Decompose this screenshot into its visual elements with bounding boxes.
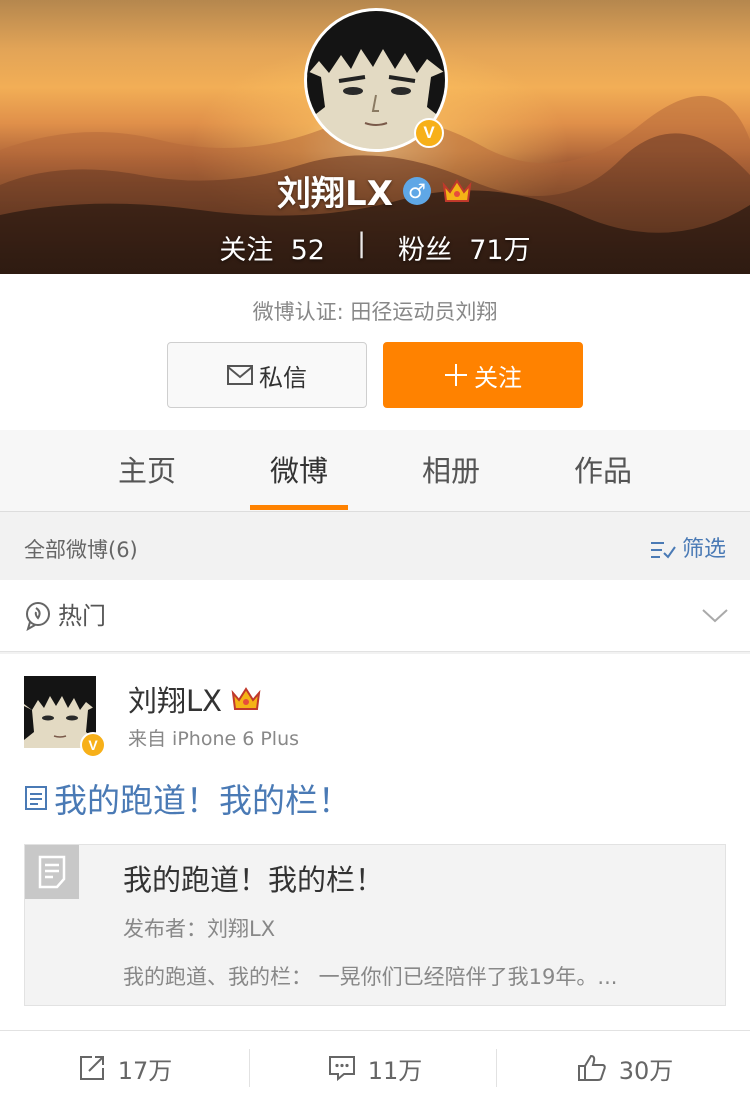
filter-bar: 全部微博(6) 筛选 bbox=[0, 512, 750, 580]
like-count: 30万 bbox=[618, 1056, 674, 1085]
filter-button[interactable]: 筛选 bbox=[650, 512, 726, 588]
repost-count: 17万 bbox=[117, 1056, 173, 1085]
tab-album[interactable]: 相册 bbox=[381, 430, 521, 512]
card-summary: 我的跑道、我的栏： 一晃你们已经陪伴了我19年。... bbox=[123, 965, 618, 989]
filter-list-icon bbox=[650, 542, 676, 559]
all-weibo-count: 全部微博(6) bbox=[24, 538, 138, 562]
following-stat[interactable]: 关注 52 bbox=[219, 228, 325, 267]
comment-button[interactable]: 11万 bbox=[250, 1031, 500, 1104]
chevron-down-icon[interactable] bbox=[702, 602, 728, 628]
profile-name-row: 刘翔LX ♂ bbox=[0, 166, 750, 215]
profile-stats: 关注 52 | 粉丝 71万 bbox=[0, 228, 750, 267]
crown-icon[interactable] bbox=[441, 177, 473, 205]
comment-count: 11万 bbox=[367, 1056, 423, 1085]
post-article-link[interactable]: 我的跑道！我的栏！ bbox=[24, 774, 351, 822]
post-author-row: 刘翔LX bbox=[128, 678, 262, 720]
card-author: 发布者：刘翔LX bbox=[123, 917, 276, 941]
crown-icon[interactable] bbox=[230, 685, 262, 713]
profile-cover: V 刘翔LX ♂ 关注 52 | 粉丝 71万 bbox=[0, 0, 750, 274]
filter-button-label: 筛选 bbox=[681, 537, 726, 562]
hot-sort-bar[interactable]: 热门 bbox=[0, 580, 750, 652]
tab-works[interactable]: 作品 bbox=[533, 430, 673, 512]
gender-male-icon: ♂ bbox=[402, 176, 431, 205]
card-title: 我的跑道！我的栏！ bbox=[123, 863, 385, 897]
article-card[interactable]: 我的跑道！我的栏！ 发布者：刘翔LX 我的跑道、我的栏： 一晃你们已经陪伴了我1… bbox=[24, 844, 726, 1006]
profile-tabs: 主页 微博 相册 作品 bbox=[0, 430, 750, 512]
message-button[interactable]: 私信 bbox=[167, 342, 367, 408]
post-text: 我的跑道！我的栏！ bbox=[54, 781, 351, 820]
document-icon bbox=[25, 845, 79, 899]
profile-info: 微博认证: 田径运动员刘翔 私信 关注 bbox=[0, 274, 750, 430]
repost-icon bbox=[79, 1056, 104, 1080]
comment-icon bbox=[328, 1056, 355, 1082]
post-verified-badge-icon: V bbox=[80, 732, 106, 758]
thumbs-up-icon bbox=[577, 1054, 606, 1081]
article-icon bbox=[25, 786, 47, 810]
post-source: 来自 iPhone 6 Plus bbox=[128, 728, 300, 750]
follow-button-label: 关注 bbox=[474, 363, 522, 392]
hot-location-icon bbox=[26, 602, 50, 631]
post-author-name[interactable]: 刘翔LX bbox=[128, 678, 222, 720]
followers-stat[interactable]: 粉丝 71万 bbox=[398, 228, 531, 267]
follow-button[interactable]: 关注 bbox=[383, 342, 583, 408]
post-action-bar: 17万 11万 30万 bbox=[0, 1030, 750, 1104]
mail-icon bbox=[227, 365, 253, 385]
profile-name: 刘翔LX bbox=[277, 174, 393, 214]
repost-button[interactable]: 17万 bbox=[0, 1031, 250, 1104]
like-button[interactable]: 30万 bbox=[500, 1031, 750, 1104]
plus-icon bbox=[445, 364, 467, 386]
tab-weibo[interactable]: 微博 bbox=[229, 430, 369, 512]
hot-label: 热门 bbox=[58, 602, 106, 630]
tab-home[interactable]: 主页 bbox=[77, 430, 217, 512]
verification-text: 微博认证: 田径运动员刘翔 bbox=[252, 300, 498, 324]
weibo-post: V 刘翔LX 来自 iPhone 6 Plus 我的跑道！我的栏！ 我的跑道！我… bbox=[0, 654, 750, 1030]
message-button-label: 私信 bbox=[259, 363, 307, 392]
stats-separator: | bbox=[356, 228, 367, 259]
verified-badge-icon: V bbox=[414, 118, 444, 148]
